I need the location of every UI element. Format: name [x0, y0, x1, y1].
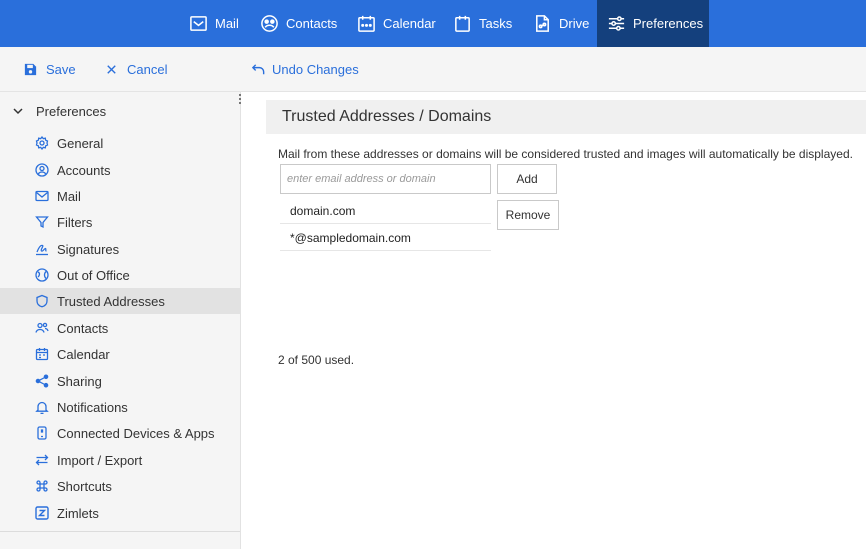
filter-icon — [34, 214, 50, 230]
usage-count: 2 of 500 used. — [278, 353, 355, 367]
tab-label: Contacts — [286, 16, 338, 31]
tab-tasks[interactable]: Tasks — [452, 0, 512, 47]
chevron-down-icon — [0, 105, 36, 117]
sidebar-item-notifications[interactable]: Notifications — [0, 394, 240, 420]
sidebar-item-label: Shortcuts — [57, 478, 112, 494]
email-address-input[interactable] — [280, 164, 491, 194]
device-icon — [34, 425, 50, 441]
bell-icon — [34, 399, 50, 415]
sidebar-item-label: Mail — [57, 188, 81, 204]
top-nav-bar: Mail Contacts Calendar Tasks Drive Prefe… — [0, 0, 866, 47]
sidebar-item-sharing[interactable]: Sharing — [0, 368, 240, 394]
sidebar-item-label: Calendar — [57, 346, 110, 362]
save-icon — [22, 62, 38, 78]
tasks-icon — [452, 14, 472, 34]
sidebar-item-label: Sharing — [57, 373, 102, 389]
mail-icon — [34, 188, 50, 204]
sidebar-item-label: Notifications — [57, 399, 128, 415]
tab-calendar[interactable]: Calendar — [356, 0, 436, 47]
tab-label: Mail — [215, 16, 239, 31]
main-content: Trusted Addresses / Domains Mail from th… — [242, 92, 866, 549]
preferences-icon — [607, 14, 626, 34]
page-title: Trusted Addresses / Domains — [266, 100, 866, 134]
tab-label: Tasks — [479, 16, 513, 31]
out-of-office-icon — [34, 267, 50, 283]
command-icon — [34, 478, 50, 494]
calendar-icon — [34, 346, 50, 362]
account-icon — [34, 162, 50, 178]
sidebar-item-trusted-addresses[interactable]: Trusted Addresses — [0, 288, 240, 314]
sidebar-item-shortcuts[interactable]: Shortcuts — [0, 473, 240, 499]
gear-icon — [34, 135, 50, 151]
list-item[interactable]: *@sampledomain.com — [280, 225, 491, 251]
shield-icon — [34, 293, 50, 309]
share-icon — [34, 373, 50, 389]
sidebar-item-label: Import / Export — [57, 452, 143, 468]
calendar-icon — [356, 14, 376, 34]
tab-label: Calendar — [383, 16, 436, 31]
sidebar-item-calendar[interactable]: Calendar — [0, 341, 240, 367]
sidebar-item-label: Accounts — [57, 162, 111, 178]
contacts-icon — [34, 320, 50, 336]
sidebar-item-label: Contacts — [57, 320, 109, 336]
sidebar-item-general[interactable]: General — [0, 130, 240, 156]
sidebar-item-label: Trusted Addresses — [57, 293, 165, 309]
sidebar-item-label: Zimlets — [57, 505, 99, 521]
sidebar-item-label: Connected Devices & Apps — [57, 425, 215, 441]
undo-icon — [250, 62, 266, 78]
tab-label: Preferences — [633, 16, 704, 31]
tab-label: Drive — [559, 16, 590, 31]
sidebar-item-accounts[interactable]: Accounts — [0, 157, 240, 183]
tab-drive[interactable]: Drive — [532, 0, 589, 47]
close-icon — [103, 62, 119, 78]
sidebar-item-label: Out of Office — [57, 267, 130, 283]
contacts-icon — [259, 14, 279, 34]
undo-changes-button[interactable]: Undo Changes — [250, 47, 359, 92]
drive-icon — [532, 14, 552, 34]
sidebar-item-out-of-office[interactable]: Out of Office — [0, 262, 240, 288]
cancel-button[interactable]: Cancel — [103, 47, 167, 92]
sidebar-item-label: Filters — [57, 214, 93, 230]
tab-preferences[interactable]: Preferences — [597, 0, 709, 47]
description-text: Mail from these addresses or domains wil… — [278, 147, 853, 161]
import-export-icon — [34, 452, 50, 468]
preferences-sidebar: Preferences General Accounts Mail Filter… — [0, 92, 241, 549]
undo-label: Undo Changes — [272, 62, 359, 77]
add-button[interactable]: Add — [497, 164, 557, 194]
mail-icon — [188, 14, 208, 34]
divider — [0, 531, 240, 532]
cancel-label: Cancel — [127, 62, 168, 77]
list-item[interactable]: domain.com — [280, 198, 491, 224]
sidebar-item-zimlets[interactable]: Zimlets — [0, 500, 240, 526]
sidebar-header[interactable]: Preferences — [0, 92, 240, 130]
sidebar-item-filters[interactable]: Filters — [0, 209, 240, 235]
sidebar-item-signatures[interactable]: Signatures — [0, 236, 240, 262]
save-button[interactable]: Save — [22, 47, 76, 92]
sidebar-item-connected-devices[interactable]: Connected Devices & Apps — [0, 420, 240, 446]
zimlet-icon — [34, 505, 50, 521]
sidebar-item-label: General — [57, 135, 104, 151]
save-label: Save — [46, 62, 76, 77]
sidebar-item-mail[interactable]: Mail — [0, 183, 240, 209]
sidebar-item-label: Signatures — [57, 241, 120, 257]
signature-icon — [34, 241, 50, 257]
sidebar-item-import-export[interactable]: Import / Export — [0, 447, 240, 473]
sidebar-header-label: Preferences — [36, 103, 107, 119]
toolbar: Save Cancel Undo Changes — [0, 47, 866, 92]
sidebar-item-contacts[interactable]: Contacts — [0, 315, 240, 341]
tab-mail[interactable]: Mail — [188, 0, 239, 47]
tab-contacts[interactable]: Contacts — [259, 0, 337, 47]
remove-button[interactable]: Remove — [497, 200, 559, 230]
